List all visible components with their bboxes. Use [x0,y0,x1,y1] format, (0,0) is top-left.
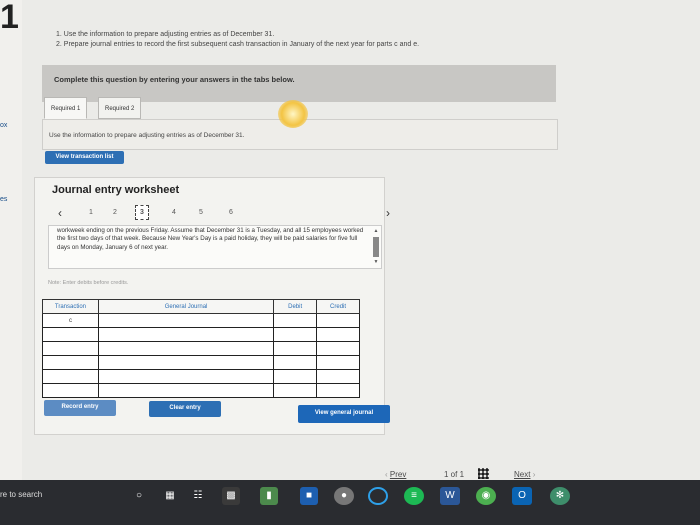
next-label: Next [514,470,531,479]
page-5[interactable]: 5 [199,209,203,216]
credit-cell[interactable] [316,355,360,370]
grid-icon[interactable] [478,468,489,479]
table-row [42,327,360,342]
file-explorer-icon[interactable]: ▩ [222,487,240,505]
tab-label: Required 2 [105,106,135,112]
tab-instruction: Use the information to prepare adjusting… [49,132,245,139]
page-position: 1 of 1 [444,470,465,479]
account-cell[interactable] [97,383,275,398]
account-cell[interactable] [97,369,275,384]
entry-note: Note: Enter debits before credits. [48,280,129,286]
transaction-cell [42,369,99,384]
banner-text: Complete this question by entering your … [54,75,295,84]
tab-required-2[interactable]: Required 2 [98,97,142,119]
column-header-credit: Credit [316,299,360,314]
outlook-icon[interactable]: O [512,487,532,505]
worksheet-page-nav: ‹ 1 2 3 4 5 6 › [52,204,394,224]
credit-cell[interactable] [316,327,360,342]
page-6[interactable]: 6 [229,209,233,216]
debit-cell[interactable] [273,327,318,342]
worksheet-title: Journal entry worksheet [52,184,180,196]
dell-logo-icon[interactable]: ● [334,487,354,505]
cortana-icon[interactable]: ○ [128,487,150,505]
scroll-down-icon[interactable]: ▼ [373,259,379,265]
account-cell[interactable] [97,341,275,356]
credit-cell[interactable] [316,383,360,398]
table-row [42,341,360,356]
page-3[interactable]: 3 [135,205,149,220]
left-sidebar-mark: ox [0,122,8,129]
description-text: workweek ending on the previous Friday. … [57,227,364,251]
scroll-up-icon[interactable]: ▲ [373,228,379,234]
instructions: 1. Use the information to prepare adjust… [56,30,419,50]
cortana-ring-icon[interactable] [368,487,388,505]
next-button[interactable]: Next › [514,470,535,479]
transaction-cell [42,383,99,398]
chrome-icon[interactable]: ◉ [476,487,496,505]
page-4[interactable]: 4 [172,209,176,216]
prev-button[interactable]: ‹ Prev [385,470,406,479]
transaction-cell [42,341,99,356]
column-header-general-journal: General Journal [97,299,275,314]
debit-cell[interactable] [273,369,318,384]
settings-icon[interactable]: ✻ [550,487,570,505]
column-header-debit: Debit [273,299,318,314]
debit-cell[interactable] [273,355,318,370]
table-row [42,383,360,398]
credit-cell[interactable] [316,341,360,356]
table-row: c [42,313,360,328]
debit-cell[interactable] [273,341,318,356]
taskbar-search[interactable]: re to search [0,490,120,499]
chevron-right-icon[interactable]: › [386,206,390,220]
chevron-left-icon: ‹ [385,470,388,479]
page-2[interactable]: 2 [113,209,117,216]
transaction-cell [42,355,99,370]
sway-icon[interactable]: ▮ [260,487,278,505]
instruction-line: 2. Prepare journal entries to record the… [56,41,420,48]
credit-cell[interactable] [316,369,360,384]
credit-cell[interactable] [316,313,360,328]
journal-entry-table: Transaction General Journal Debit Credit… [42,299,360,398]
prev-label: Prev [389,470,407,479]
description-scrollbar[interactable]: ▲ ▼ [373,228,379,268]
chevron-left-icon[interactable]: ‹ [58,206,62,220]
tab-label: Required 1 [51,106,81,112]
clear-entry-button[interactable]: Clear entry [149,401,221,417]
account-cell[interactable] [97,355,275,370]
dell-icon[interactable]: ■ [300,487,318,505]
screen-glare [278,100,308,128]
debit-cell[interactable] [273,313,318,328]
table-row [42,355,360,370]
table-row [42,369,360,384]
account-cell[interactable] [97,313,275,328]
view-transaction-list-button[interactable]: View transaction list [45,151,124,164]
chevron-right-icon: › [532,470,536,479]
account-cell[interactable] [97,327,275,342]
view-general-journal-button[interactable]: View general journal [298,405,390,423]
instruction-line: 1. Use the information to prepare adjust… [56,31,275,38]
debit-cell[interactable] [273,383,318,398]
task-view-icon[interactable]: ▦ [160,487,180,505]
page-1[interactable]: 1 [89,209,93,216]
calculator-icon[interactable]: ☷ [188,487,208,505]
left-sidebar: ox es [0,0,22,480]
transaction-cell [42,327,99,342]
column-header-transaction: Transaction [42,299,99,314]
spotify-icon[interactable]: ≡ [404,487,424,505]
left-sidebar-mark: es [0,196,8,203]
question-number: 1 [0,0,19,36]
scroll-thumb[interactable] [373,237,379,257]
tab-required-1[interactable]: Required 1 [44,97,88,119]
transaction-cell: c [42,313,99,328]
record-entry-button[interactable]: Record entry [44,400,116,416]
transaction-description: workweek ending on the previous Friday. … [48,225,382,269]
word-icon[interactable]: W [440,487,460,505]
